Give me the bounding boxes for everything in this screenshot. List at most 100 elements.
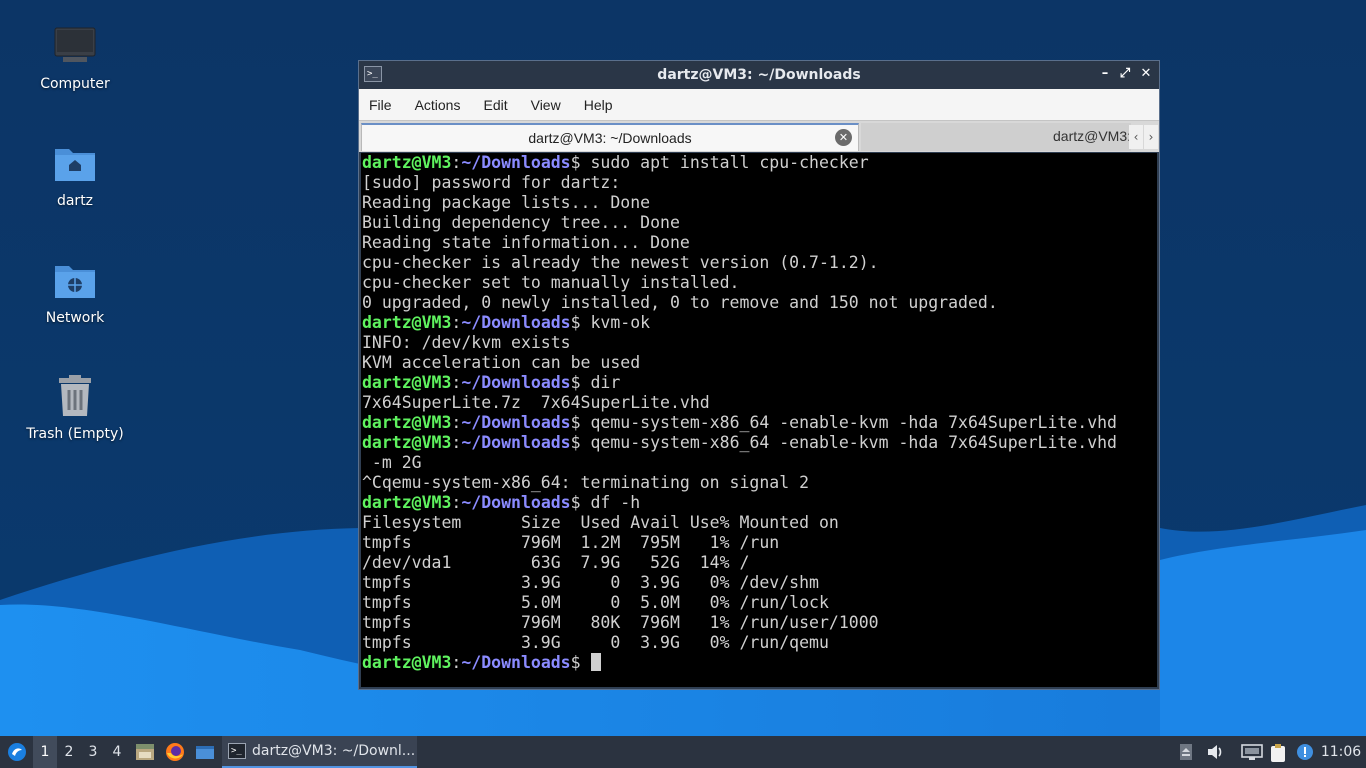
prompt-symbol: $: [570, 373, 581, 392]
terminal-line: ^Cqemu-system-x86_64: terminating on sig…: [362, 473, 810, 492]
workspace-3[interactable]: 3: [81, 736, 105, 768]
terminal-line: dartz@VM3:~/Downloads$ dir: [362, 373, 1157, 393]
workspace-1[interactable]: 1: [33, 736, 57, 768]
prompt-path: ~/Downloads: [461, 433, 571, 452]
window-title: dartz@VM3: ~/Downloads: [657, 67, 861, 83]
prompt-separator: :: [451, 313, 462, 332]
terminal-line: dartz@VM3:~/Downloads$ df -h: [362, 493, 1157, 513]
minimize-button[interactable]: –: [1097, 66, 1113, 82]
terminal-line: tmpfs 3.9G 0 3.9G 0% /dev/shm: [362, 573, 819, 592]
prompt-user: dartz@VM3: [362, 373, 452, 392]
command-text: kvm-ok: [580, 313, 651, 332]
terminal-line: tmpfs 3.9G 0 3.9G 0% /run/qemu: [362, 633, 829, 652]
prompt-path: ~/Downloads: [461, 373, 571, 392]
tab-scroll-right-button[interactable]: ›: [1144, 125, 1158, 149]
prompt-path: ~/Downloads: [461, 413, 571, 432]
window-titlebar[interactable]: >_ dartz@VM3: ~/Downloads – ⤢ ✕: [359, 61, 1159, 89]
desktop-icon-trash[interactable]: Trash (Empty): [5, 372, 145, 442]
desktop-icon-label: Computer: [40, 76, 110, 92]
prompt-symbol: $: [570, 493, 581, 512]
tab-close-button[interactable]: ✕: [835, 129, 852, 146]
desktop-icon-computer[interactable]: Computer: [5, 22, 145, 92]
tab-active[interactable]: dartz@VM3: ~/Downloads ✕: [361, 123, 859, 151]
desktop-icon-network[interactable]: Network: [5, 256, 145, 326]
terminal-line: Building dependency tree... Done: [362, 213, 680, 232]
maximize-button[interactable]: ⤢: [1117, 66, 1133, 82]
computer-icon: [51, 22, 99, 70]
terminal-line: KVM acceleration can be used: [362, 353, 641, 372]
terminal-line: Filesystem Size Used Avail Use% Mounted …: [362, 513, 839, 532]
clipboard-icon[interactable]: [1269, 743, 1287, 762]
workspace-2[interactable]: 2: [57, 736, 81, 768]
terminal-line: /dev/vda1 63G 7.9G 52G 14% /: [362, 553, 750, 572]
terminal-line: [sudo] password for dartz:: [362, 173, 621, 192]
prompt-path: ~/Downloads: [461, 313, 571, 332]
menu-help[interactable]: Help: [584, 97, 613, 113]
menu-bar: File Actions Edit View Help: [359, 89, 1159, 120]
network-folder-icon: [51, 256, 99, 304]
prompt-user: dartz@VM3: [362, 413, 452, 432]
command-input[interactable]: [581, 653, 591, 672]
taskbar: 1 2 3 4 >_ dartz@VM3: ~/Downl... 11:06: [0, 736, 1366, 768]
terminal-line: cpu-checker set to manually installed.: [362, 273, 740, 292]
volume-icon[interactable]: [1206, 743, 1224, 761]
terminal-line: -m 2G: [362, 453, 422, 472]
terminal-line: tmpfs 5.0M 0 5.0M 0% /run/lock: [362, 593, 829, 612]
terminal-line: dartz@VM3:~/Downloads$ qemu-system-x86_6…: [362, 413, 1157, 433]
terminal-line: Reading state information... Done: [362, 233, 690, 252]
prompt-user: dartz@VM3: [362, 153, 452, 172]
tab-bar: dartz@VM3: ~/Downloads ✕ dartz@VM3: ~/Do…: [359, 120, 1159, 152]
tab-inactive[interactable]: dartz@VM3: ~/Downloads: [861, 123, 1131, 151]
terminal-icon: >_: [228, 743, 246, 759]
terminal-output[interactable]: dartz@VM3:~/Downloads$ sudo apt install …: [361, 153, 1157, 687]
prompt-separator: :: [451, 153, 462, 172]
home-folder-icon: [51, 139, 99, 187]
desktop-icon-label: Network: [45, 310, 105, 326]
eject-icon[interactable]: [1179, 743, 1197, 761]
update-notifier-icon[interactable]: [1296, 743, 1314, 761]
menu-edit[interactable]: Edit: [483, 97, 507, 113]
prompt-user: dartz@VM3: [362, 313, 452, 332]
command-text: dir: [580, 373, 621, 392]
command-text: qemu-system-x86_64 -enable-kvm -hda 7x64…: [580, 413, 1117, 432]
prompt-path: ~/Downloads: [461, 153, 571, 172]
menu-actions[interactable]: Actions: [415, 97, 461, 113]
workspace-4[interactable]: 4: [105, 736, 129, 768]
terminal-line: dartz@VM3:~/Downloads$ sudo apt install …: [362, 153, 1157, 173]
terminal-line: tmpfs 796M 1.2M 795M 1% /run: [362, 533, 780, 552]
command-text: qemu-system-x86_64 -enable-kvm -hda 7x64…: [580, 433, 1117, 452]
terminal-line: 0 upgraded, 0 newly installed, 0 to remo…: [362, 293, 998, 312]
taskbar-task-terminal[interactable]: >_ dartz@VM3: ~/Downl...: [222, 736, 417, 768]
text-cursor: [590, 653, 601, 671]
terminal-line: INFO: /dev/kvm exists: [362, 333, 571, 352]
command-text: df -h: [580, 493, 641, 512]
close-button[interactable]: ✕: [1138, 66, 1154, 82]
menu-file[interactable]: File: [369, 97, 392, 113]
terminal-window[interactable]: >_ dartz@VM3: ~/Downloads – ⤢ ✕ File Act…: [358, 60, 1160, 690]
terminal-line: cpu-checker is already the newest versio…: [362, 253, 879, 272]
prompt-symbol: $: [570, 313, 581, 332]
trash-icon: [51, 372, 99, 420]
tab-label: dartz@VM3: ~/Downloads: [1053, 128, 1131, 144]
terminal-line: dartz@VM3:~/Downloads$ qemu-system-x86_6…: [362, 433, 1157, 453]
prompt-separator: :: [451, 413, 462, 432]
network-icon[interactable]: [1241, 743, 1263, 761]
prompt-user: dartz@VM3: [362, 653, 452, 672]
prompt-separator: :: [451, 373, 462, 392]
prompt-separator: :: [451, 493, 462, 512]
firefox-icon[interactable]: [162, 736, 188, 768]
prompt-user: dartz@VM3: [362, 433, 452, 452]
file-manager-icon[interactable]: [132, 736, 158, 768]
prompt-symbol: $: [570, 653, 581, 672]
lubuntu-start-icon[interactable]: [2, 736, 32, 768]
clock[interactable]: 11:06: [1318, 736, 1364, 768]
desktop-icon-home[interactable]: dartz: [5, 139, 145, 209]
menu-view[interactable]: View: [531, 97, 561, 113]
prompt-symbol: $: [570, 433, 581, 452]
terminal-line: 7x64SuperLite.7z 7x64SuperLite.vhd: [362, 393, 710, 412]
tab-scroll-left-button[interactable]: ‹: [1129, 125, 1143, 149]
desktop-icon-label: dartz: [56, 193, 94, 209]
show-desktop-icon[interactable]: [192, 736, 218, 768]
terminal-line: tmpfs 796M 80K 796M 1% /run/user/1000: [362, 613, 879, 632]
task-label: dartz@VM3: ~/Downl...: [252, 743, 416, 759]
